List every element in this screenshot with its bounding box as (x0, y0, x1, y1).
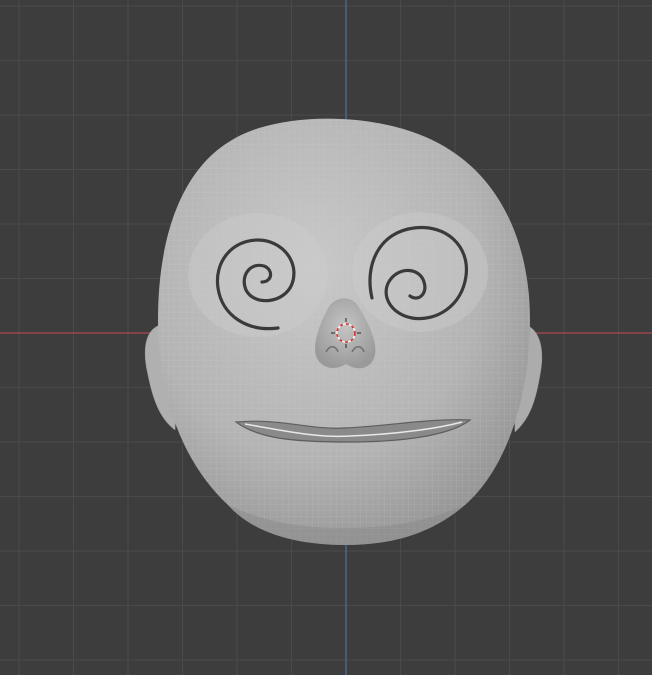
left-eye-socket (188, 213, 328, 337)
3d-viewport[interactable] (0, 0, 652, 675)
viewport-canvas[interactable] (0, 0, 652, 675)
